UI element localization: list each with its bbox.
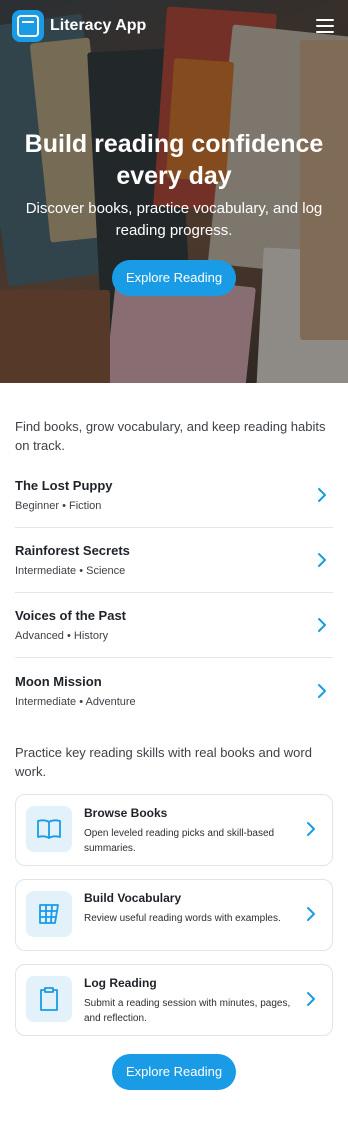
chevron-right-icon[interactable] [311,614,333,636]
book-meta: Intermediate • Science [15,565,126,577]
hamburger-menu-icon[interactable] [314,17,336,35]
browse-books-card[interactable]: Browse Books Open leveled reading picks … [15,794,333,866]
vocabulary-grid-icon [26,891,72,937]
book-meta: Beginner • Fiction [15,500,102,512]
app-title: Literacy App [50,17,147,34]
card-description: Submit a reading session with minutes, p… [84,998,291,1024]
explore-reading-bottom-button[interactable]: Explore Reading [111,1054,237,1090]
chevron-right-icon[interactable] [311,680,333,702]
book-meta: Intermediate • Adventure [15,695,136,708]
book-list-item[interactable]: Moon Mission Intermediate • Adventure [15,658,333,723]
books-intro: Find books, grow vocabulary, and keep re… [15,419,326,453]
hero-banner: Literacy App Build reading confidence ev… [0,0,348,383]
hero-title: Build reading confidence every day [24,130,324,190]
skills-intro: Practice key reading skills with real bo… [15,745,312,779]
bottom-cta: Explore Reading [15,1054,333,1090]
book-open-icon [26,806,72,852]
explore-reading-button[interactable]: Explore Reading [111,260,237,296]
top-navbar: Literacy App [0,0,348,52]
chevron-right-icon[interactable] [300,818,322,840]
chevron-right-icon[interactable] [311,549,333,571]
chevron-right-icon[interactable] [300,903,322,925]
chevron-right-icon[interactable] [311,484,333,506]
book-list-item[interactable]: Voices of the Past Advanced • History [15,593,333,658]
skill-cards: Browse Books Open leveled reading picks … [15,794,333,1036]
book-title: Moon Mission [15,673,102,689]
book-title: The Lost Puppy [15,478,113,493]
card-title: Log Reading [84,976,157,990]
card-title: Build Vocabulary [84,891,182,905]
hero-content: Build reading confidence every day Disco… [0,128,348,296]
main-content: Find books, grow vocabulary, and keep re… [0,417,348,1090]
card-description: Open leveled reading picks and skill-bas… [84,828,275,854]
book-title: Voices of the Past [15,608,127,623]
clipboard-icon [26,976,72,1022]
app-logo-icon[interactable] [12,10,44,42]
book-list-item[interactable]: The Lost Puppy Beginner • Fiction [15,463,333,528]
book-meta: Advanced • History [15,630,109,642]
hero-subtitle: Discover books, practice vocabulary, and… [25,200,323,239]
card-title: Browse Books [84,806,168,820]
book-list-item[interactable]: Rainforest Secrets Intermediate • Scienc… [15,528,333,593]
book-list: The Lost Puppy Beginner • Fiction Rainfo… [15,463,333,723]
card-description: Review useful reading words with example… [84,913,281,924]
log-reading-card[interactable]: Log Reading Submit a reading session wit… [15,964,333,1036]
book-title: Rainforest Secrets [15,543,130,558]
chevron-right-icon[interactable] [300,988,322,1010]
build-vocabulary-card[interactable]: Build Vocabulary Review useful reading w… [15,879,333,951]
